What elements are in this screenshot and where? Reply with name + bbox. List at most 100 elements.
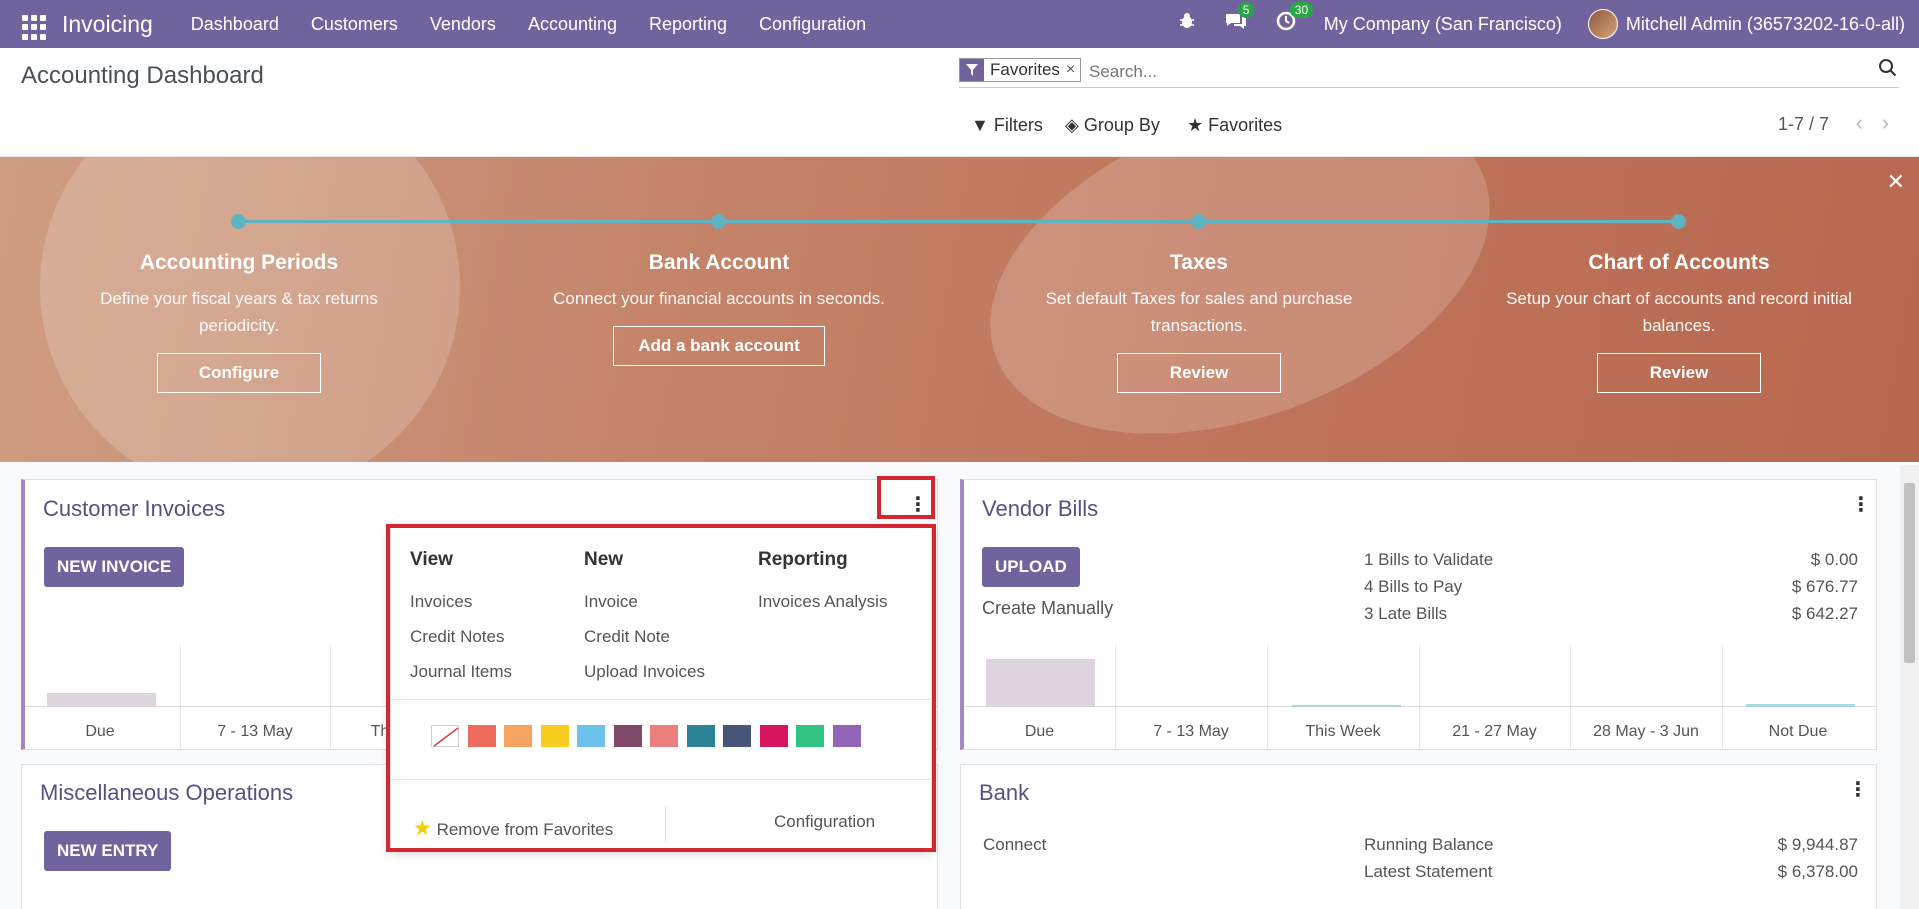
review-chart-button[interactable]: Review <box>1597 353 1761 393</box>
control-panel: Accounting Dashboard Favorites × ▼ Filte… <box>0 48 1919 157</box>
step-chart-of-accounts: Chart of Accounts Setup your chart of ac… <box>1499 251 1859 393</box>
bank-card: Bank ⋮ Connect Running Balance $ 9,944.8… <box>960 764 1877 909</box>
step-taxes: Taxes Set default Taxes for sales and pu… <box>1019 251 1379 393</box>
activities-clock-icon[interactable]: 30 <box>1276 2 1314 37</box>
bills-to-pay-link[interactable]: 4 Bills to Pay <box>1364 577 1462 597</box>
menu-configuration[interactable]: Configuration <box>759 14 866 35</box>
search-bar: Favorites × <box>959 58 1899 88</box>
running-balance-amount: $ 9,944.87 <box>1777 835 1858 854</box>
filters-label: Filters <box>993 115 1043 135</box>
card-options-kebab-icon[interactable]: ⋮ <box>1851 492 1871 517</box>
card-title[interactable]: Miscellaneous Operations <box>40 780 293 806</box>
graph-label: Not Due <box>1768 723 1828 740</box>
bills-to-pay-amount: $ 676.77 <box>1791 577 1858 596</box>
group-by-button[interactable]: ◈ Group By <box>1065 115 1160 136</box>
new-invoice-button[interactable]: NEW INVOICE <box>44 547 185 587</box>
menu-reporting[interactable]: Reporting <box>649 14 727 35</box>
graph-label: 7 - 13 May <box>1153 723 1229 740</box>
layers-icon: ◈ <box>1065 115 1079 135</box>
pager-previous-icon[interactable]: ‹ <box>1856 110 1863 136</box>
user-menu[interactable]: Mitchell Admin (36573202-16-0-all) <box>1626 14 1905 35</box>
card-title[interactable]: Bank <box>979 780 1029 806</box>
configure-button[interactable]: Configure <box>157 353 321 393</box>
facet-remove-icon[interactable]: × <box>1066 61 1080 79</box>
late-bills-amount: $ 642.27 <box>1791 604 1858 623</box>
highlight-kebab-frame <box>877 476 935 519</box>
scrollbar[interactable] <box>1900 465 1919 909</box>
step-title: Chart of Accounts <box>1588 251 1770 274</box>
card-title[interactable]: Vendor Bills <box>982 496 1098 522</box>
search-input[interactable] <box>1089 60 1849 84</box>
step-title: Accounting Periods <box>139 251 339 274</box>
running-balance-label: Running Balance <box>1364 835 1494 854</box>
bills-graph: Due 7 - 13 May This Week 21 - 27 May 28 … <box>964 645 1876 749</box>
scrollbar-thumb[interactable] <box>1904 483 1915 663</box>
create-manually-link[interactable]: Create Manually <box>982 598 1113 619</box>
filters-button[interactable]: ▼ Filters <box>971 115 1043 136</box>
graph-bar <box>47 693 156 707</box>
step-accounting-periods: Accounting Periods Define your fiscal ye… <box>59 251 419 393</box>
facet-label: Favorites <box>990 60 1060 79</box>
messages-badge: 5 <box>1237 2 1255 18</box>
pager-next-icon[interactable]: › <box>1882 110 1889 136</box>
star-icon: ★ <box>1187 115 1204 135</box>
step-description: Set default Taxes for sales and purchase… <box>1045 289 1353 335</box>
graph-bar <box>1746 704 1855 707</box>
filter-funnel-icon <box>960 59 984 81</box>
menu-customers[interactable]: Customers <box>311 14 398 35</box>
menu-dashboard[interactable]: Dashboard <box>191 14 279 35</box>
group-by-label: Group By <box>1083 115 1160 135</box>
graph-label: Due <box>1024 723 1055 740</box>
step-dot <box>1671 214 1686 229</box>
card-options-kebab-icon[interactable]: ⋮ <box>1848 777 1868 802</box>
messages-chat-icon[interactable]: 5 <box>1224 2 1255 37</box>
pager-value[interactable]: 1-7 / 7 <box>1778 114 1829 135</box>
new-entry-button[interactable]: NEW ENTRY <box>44 831 172 871</box>
favorites-button[interactable]: ★ Favorites <box>1187 115 1282 136</box>
activities-badge: 30 <box>1289 2 1314 18</box>
close-banner-icon[interactable]: ✕ <box>1887 169 1905 195</box>
step-description: Connect your financial accounts in secon… <box>553 289 885 308</box>
app-name[interactable]: Invoicing <box>62 11 153 38</box>
search-facet: Favorites × <box>959 58 1082 82</box>
graph-label: This Week <box>1305 723 1381 740</box>
latest-statement-amount: $ 6,378.00 <box>1777 862 1858 881</box>
step-description: Setup your chart of accounts and record … <box>1506 289 1852 335</box>
step-bank-account: Bank Account Connect your financial acco… <box>539 251 899 366</box>
favorites-label: Favorites <box>1208 115 1283 135</box>
graph-bar <box>986 659 1095 707</box>
top-navbar: Invoicing Dashboard Customers Vendors Ac… <box>0 0 1919 48</box>
company-switcher[interactable]: My Company (San Francisco) <box>1324 14 1562 35</box>
graph-bar <box>1292 705 1401 707</box>
steps-progress-line <box>238 220 1680 223</box>
step-dot <box>711 214 726 229</box>
graph-label: 28 May - 3 Jun <box>1593 723 1699 740</box>
review-taxes-button[interactable]: Review <box>1117 353 1281 393</box>
debug-bug-icon[interactable] <box>1178 12 1196 36</box>
card-title[interactable]: Customer Invoices <box>43 496 225 522</box>
bills-to-validate-link[interactable]: 1 Bills to Validate <box>1364 550 1493 570</box>
step-description: Define your fiscal years & tax returns p… <box>100 289 378 335</box>
vendor-bills-card: Vendor Bills ⋮ UPLOAD Create Manually 1 … <box>960 479 1877 750</box>
apps-menu-icon[interactable] <box>20 8 52 40</box>
menu-vendors[interactable]: Vendors <box>430 14 496 35</box>
highlight-dropdown-frame <box>386 524 936 852</box>
step-dot <box>231 214 246 229</box>
graph-label: Due <box>85 723 115 740</box>
step-dot <box>1191 214 1206 229</box>
step-title: Bank Account <box>648 251 790 274</box>
search-icon[interactable] <box>1878 58 1897 83</box>
step-title: Taxes <box>1170 251 1228 274</box>
upload-button[interactable]: UPLOAD <box>982 547 1080 587</box>
filter-icon: ▼ <box>971 115 989 135</box>
connect-link[interactable]: Connect <box>983 835 1046 855</box>
late-bills-link[interactable]: 3 Late Bills <box>1364 604 1447 624</box>
page-title: Accounting Dashboard <box>21 62 264 89</box>
add-bank-account-button[interactable]: Add a bank account <box>613 326 825 366</box>
bills-to-validate-amount: $ 0.00 <box>1810 550 1858 569</box>
graph-label: 21 - 27 May <box>1452 723 1537 740</box>
onboarding-banner: ✕ Accounting Periods Define your fiscal … <box>0 157 1919 462</box>
latest-statement-label[interactable]: Latest Statement <box>1364 862 1493 882</box>
menu-accounting[interactable]: Accounting <box>528 14 617 35</box>
user-avatar[interactable] <box>1587 9 1618 39</box>
